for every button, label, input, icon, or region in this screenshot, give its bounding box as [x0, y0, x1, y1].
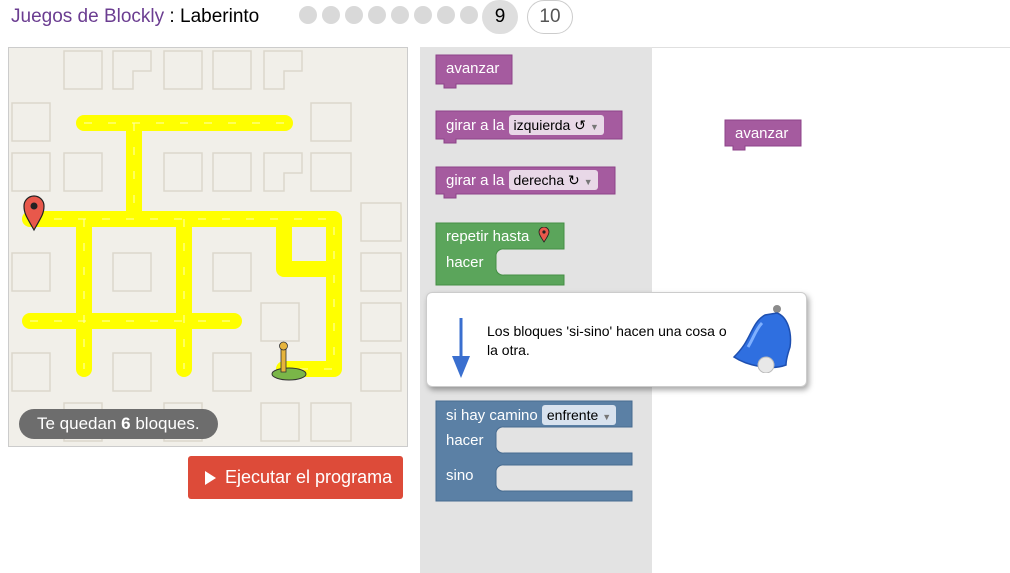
chevron-down-icon: ▼ — [602, 412, 612, 422]
block-turn-left[interactable]: girar a la izquierda ↺ ▼ — [446, 115, 604, 135]
hint-tooltip: Los bloques 'si-sino' hacen una cosa o l… — [426, 292, 807, 387]
header: Juegos de Blockly : Laberinto 9 10 — [0, 0, 1010, 40]
maze-board: Te quedan 6 bloques. — [8, 47, 408, 447]
block-turn-right[interactable]: girar a la derecha ↻ ▼ — [446, 170, 598, 190]
hint-text: Los bloques 'si-sino' hacen una cosa o l… — [487, 323, 727, 358]
block-turn-right-label: girar a la — [446, 172, 505, 189]
blocks-left-count: 6 — [121, 414, 131, 433]
if-path-label: si hay camino — [446, 407, 538, 424]
workspace-move-forward-block[interactable]: avanzar — [735, 125, 788, 142]
blocks-left-suffix: bloques. — [130, 414, 200, 433]
turn-right-dropdown[interactable]: derecha ↻ ▼ — [508, 170, 598, 190]
level-dot[interactable] — [391, 6, 409, 24]
maze-path — [22, 115, 342, 377]
turn-left-option: izquierda ↺ — [513, 117, 586, 133]
app-name-link[interactable]: Juegos de Blockly — [11, 6, 164, 27]
else-label: sino — [446, 467, 474, 484]
play-icon — [205, 471, 216, 485]
repeat-until-label: repetir hasta — [446, 228, 530, 245]
block-turn-left-label: girar a la — [446, 117, 505, 134]
page-title: Juegos de Blockly : Laberinto — [11, 6, 259, 28]
run-program-label: Ejecutar el programa — [225, 467, 393, 487]
arrow-down-icon — [452, 318, 470, 378]
level-dot[interactable] — [460, 6, 478, 24]
if-do-label: hacer — [446, 432, 484, 449]
block-move-forward-label: avanzar — [446, 60, 500, 77]
block-if-else[interactable]: si hay camino enfrente ▼ — [446, 405, 617, 425]
maze-wall-tiles — [11, 50, 402, 442]
repeat-do-label: hacer — [446, 254, 484, 271]
level-dot[interactable] — [437, 6, 455, 24]
bell-icon — [732, 305, 792, 373]
blocks-remaining-badge: Te quedan 6 bloques. — [19, 409, 218, 439]
if-direction-option: enfrente — [546, 407, 599, 423]
turn-left-dropdown[interactable]: izquierda ↺ ▼ — [508, 115, 604, 135]
title-separator: : — [164, 6, 180, 27]
game-name: Laberinto — [180, 6, 260, 27]
run-program-button[interactable]: Ejecutar el programa — [188, 456, 403, 499]
goal-marker-icon — [538, 226, 549, 243]
chevron-down-icon: ▼ — [589, 122, 599, 132]
level-dot[interactable] — [345, 6, 363, 24]
level-dot[interactable] — [299, 6, 317, 24]
maze-graphic — [11, 50, 402, 442]
chevron-down-icon: ▼ — [583, 177, 593, 187]
if-direction-dropdown[interactable]: enfrente ▼ — [541, 405, 617, 425]
next-level[interactable]: 10 — [527, 0, 573, 34]
block-move-forward[interactable]: avanzar — [446, 60, 499, 77]
level-dot[interactable] — [368, 6, 386, 24]
block-repeat-until[interactable]: repetir hasta — [446, 226, 550, 245]
current-level[interactable]: 9 — [482, 0, 518, 34]
turn-right-option: derecha ↻ — [513, 172, 580, 188]
level-dot[interactable] — [322, 6, 340, 24]
blocks-left-prefix: Te quedan — [37, 414, 122, 433]
workspace-block-label: avanzar — [735, 125, 789, 142]
level-dot[interactable] — [414, 6, 432, 24]
